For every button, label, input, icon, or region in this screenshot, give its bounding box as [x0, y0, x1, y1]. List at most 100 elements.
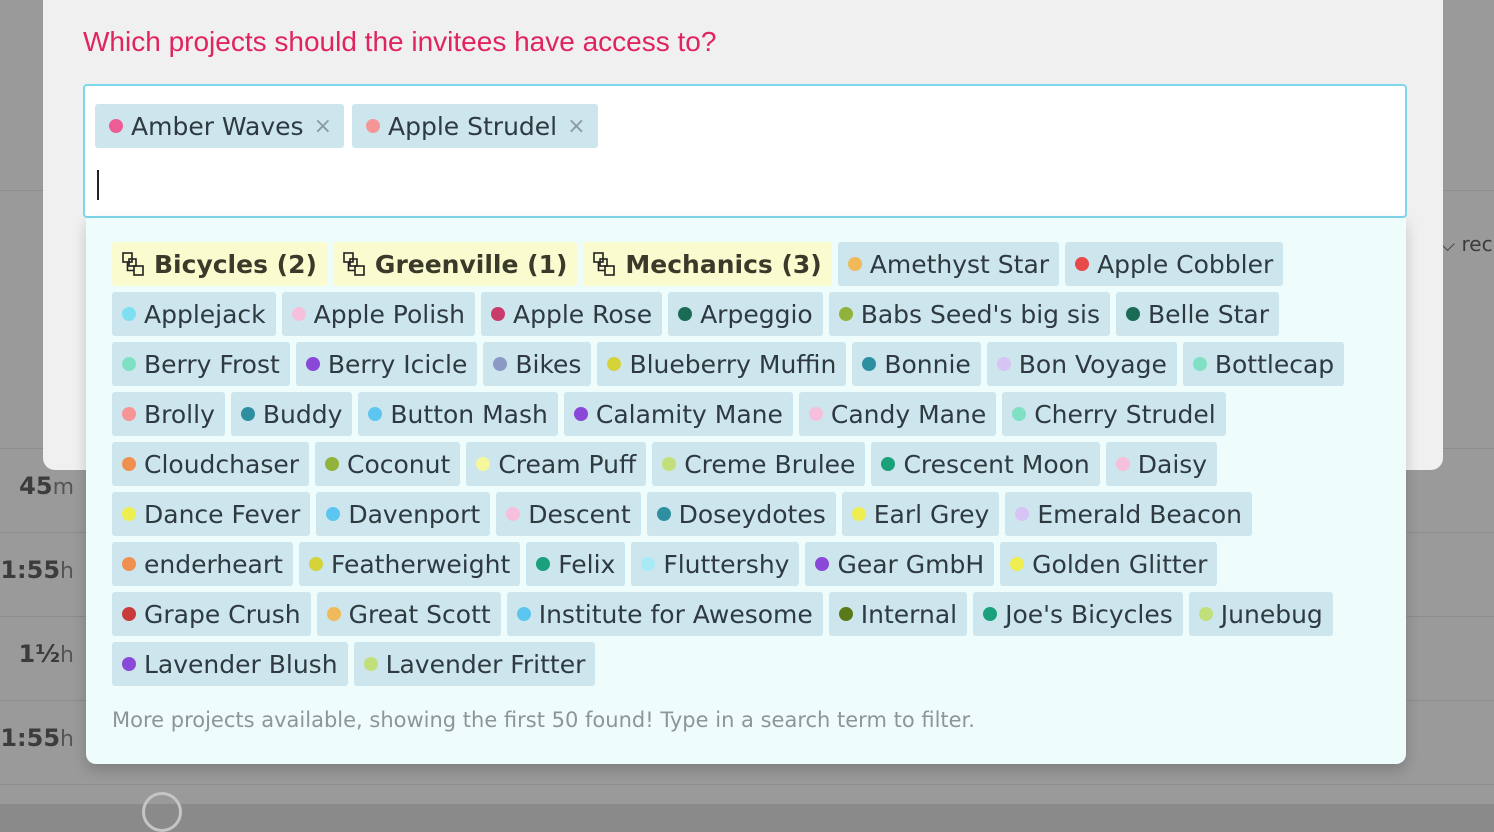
project-color-dot	[1012, 407, 1027, 421]
project-option[interactable]: Applejack	[112, 292, 276, 336]
group-option[interactable]: Mechanics (3)	[583, 242, 832, 286]
option-label: Calamity Mane	[595, 399, 783, 429]
option-label: Arpeggio	[700, 299, 813, 329]
project-color-dot	[240, 407, 255, 421]
project-option[interactable]: Fluttershy	[631, 542, 800, 586]
remove-tag-icon[interactable]: ×	[314, 114, 332, 139]
project-option[interactable]: Buddy	[230, 392, 353, 436]
project-option[interactable]: Arpeggio	[668, 292, 823, 336]
project-option[interactable]: Lavender Blush	[112, 642, 348, 686]
group-option[interactable]: Greenville (1)	[332, 242, 578, 286]
option-label: Lavender Fritter	[385, 649, 586, 679]
project-option[interactable]: Crescent Moon	[871, 442, 1100, 486]
project-option[interactable]: Daisy	[1105, 442, 1218, 486]
option-label: Felix	[558, 549, 616, 579]
selected-project-tag: Apple Strudel ×	[352, 104, 598, 148]
project-option[interactable]: Emerald Beacon	[1005, 492, 1252, 536]
option-label: Bikes	[515, 349, 582, 379]
project-option[interactable]: Button Mash	[358, 392, 558, 436]
project-option[interactable]: Grape Crush	[112, 592, 311, 636]
selected-project-tag: Amber Waves ×	[95, 104, 345, 148]
project-color-dot	[308, 557, 323, 571]
project-color-dot	[1010, 557, 1025, 571]
option-label: Blueberry Muffin	[629, 349, 837, 379]
project-option[interactable]: Calamity Mane	[563, 392, 793, 436]
project-option[interactable]: Cream Puff	[466, 442, 647, 486]
project-color-dot	[363, 657, 378, 671]
project-option[interactable]: Berry Frost	[112, 342, 290, 386]
project-option[interactable]: Junebug	[1188, 592, 1333, 636]
project-color-dot	[325, 457, 340, 471]
project-option[interactable]: Cloudchaser	[112, 442, 310, 486]
project-option[interactable]: Apple Polish	[281, 292, 476, 336]
project-option[interactable]: Featherweight	[298, 542, 521, 586]
project-option[interactable]: Brolly	[112, 392, 225, 436]
project-color-dot	[506, 507, 521, 521]
option-label: Institute for Awesome	[538, 599, 813, 629]
group-option[interactable]: Bicycles (2)	[112, 242, 327, 286]
project-option[interactable]: Internal	[828, 592, 968, 636]
option-label: Featherweight	[330, 549, 511, 579]
project-option[interactable]: Apple Rose	[481, 292, 663, 336]
option-label: Bon Voyage	[1018, 349, 1167, 379]
project-option[interactable]: Gear GmbH	[805, 542, 995, 586]
option-label: Fluttershy	[663, 549, 790, 579]
project-option[interactable]: Descent	[496, 492, 641, 536]
option-label: Brolly	[144, 399, 215, 429]
project-option[interactable]: Babs Seed's big sis	[828, 292, 1110, 336]
time-entry-duration: 1:55h	[0, 556, 74, 584]
project-color-dot	[122, 457, 136, 471]
project-option[interactable]: enderheart	[112, 542, 293, 586]
question-heading: Which projects should the invitees have …	[83, 26, 717, 57]
project-color-dot	[122, 607, 136, 621]
project-option[interactable]: Golden Glitter	[1000, 542, 1218, 586]
option-label: Crescent Moon	[903, 449, 1090, 479]
option-label: Golden Glitter	[1032, 549, 1208, 579]
project-option[interactable]: Belle Star	[1116, 292, 1280, 336]
project-option[interactable]: Bonnie	[852, 342, 981, 386]
option-label: Davenport	[348, 499, 481, 529]
project-option[interactable]: Institute for Awesome	[506, 592, 823, 636]
project-option[interactable]: Apple Cobbler	[1065, 242, 1284, 286]
selected-tags: Amber Waves × Apple Strudel ×	[95, 104, 598, 148]
project-option[interactable]: Dance Fever	[112, 492, 311, 536]
project-option[interactable]: Bottlecap	[1182, 342, 1345, 386]
project-option[interactable]: Great Scott	[316, 592, 501, 636]
project-option[interactable]: Cherry Strudel	[1002, 392, 1226, 436]
project-option[interactable]: Felix	[526, 542, 626, 586]
option-label: Babs Seed's big sis	[860, 299, 1100, 329]
project-option[interactable]: Doseydotes	[646, 492, 836, 536]
text-cursor	[97, 170, 99, 200]
option-label: Greenville (1)	[374, 249, 568, 279]
project-color-dot	[122, 307, 136, 321]
project-option[interactable]: Blueberry Muffin	[597, 342, 847, 386]
project-option[interactable]: Earl Grey	[841, 492, 1000, 536]
project-option[interactable]: Creme Brulee	[652, 442, 866, 486]
option-label: Belle Star	[1148, 299, 1270, 329]
project-color-dot	[996, 357, 1011, 371]
project-option[interactable]: Lavender Fritter	[353, 642, 596, 686]
option-label: Candy Mane	[830, 399, 987, 429]
option-label: Coconut	[347, 449, 451, 479]
project-color-dot	[516, 607, 531, 621]
project-color-dot	[1015, 507, 1030, 521]
project-select-input[interactable]: Amber Waves × Apple Strudel ×	[83, 84, 1407, 218]
option-label: Berry Icicle	[327, 349, 468, 379]
project-option[interactable]: Joe's Bicycles	[973, 592, 1183, 636]
option-label: Internal	[860, 599, 958, 629]
option-label: Buddy	[262, 399, 343, 429]
option-label: Apple Polish	[313, 299, 466, 329]
project-option[interactable]: Bikes	[483, 342, 592, 386]
project-color-dot	[305, 357, 320, 371]
project-option[interactable]: Bon Voyage	[986, 342, 1177, 386]
project-option[interactable]: Candy Mane	[798, 392, 997, 436]
project-color-dot	[122, 657, 136, 671]
remove-tag-icon[interactable]: ×	[567, 114, 585, 139]
project-option[interactable]: Amethyst Star	[837, 242, 1060, 286]
time-entry-duration: 1½h	[18, 640, 75, 668]
project-option[interactable]: Berry Icicle	[295, 342, 478, 386]
project-option[interactable]: Davenport	[316, 492, 491, 536]
project-option[interactable]: Coconut	[315, 442, 461, 486]
project-color-dot	[678, 307, 693, 321]
project-color-dot	[122, 407, 136, 421]
